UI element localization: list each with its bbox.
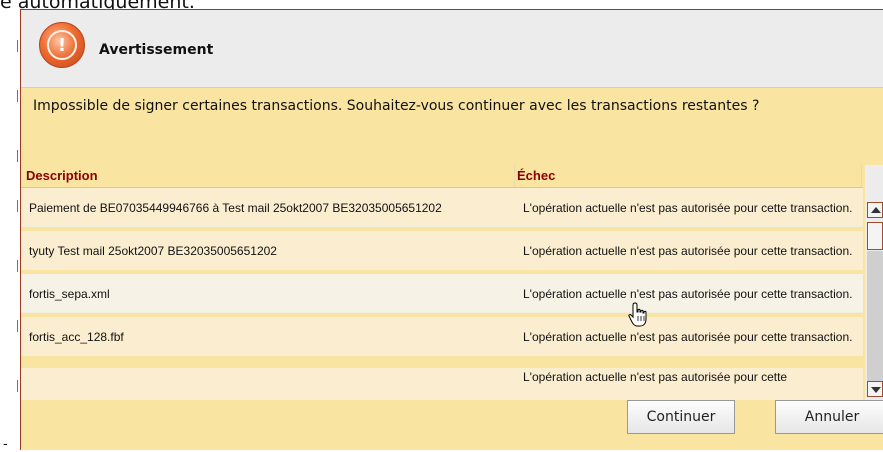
table-row[interactable]: Paiement de BE07035449946766 à Test mail…	[21, 188, 863, 227]
scrollbar-track[interactable]	[867, 251, 883, 381]
scroll-down-button[interactable]	[867, 381, 883, 397]
cell-error: L'opération actuelle n'est pas autorisée…	[523, 286, 853, 301]
table-header: Description Échec	[21, 165, 863, 188]
table-row[interactable]: fortis_acc_128.fbf L'opération actuelle …	[21, 317, 863, 356]
column-divider[interactable]	[514, 165, 515, 187]
table-row[interactable]: fortis_sepa.xml L'opération actuelle n'e…	[21, 274, 863, 313]
column-header-description[interactable]: Description	[26, 168, 98, 183]
table-scrollbar[interactable]	[865, 165, 883, 400]
table-row[interactable]: tyuty Test mail 25okt2007 BE320350056512…	[21, 231, 863, 270]
column-divider[interactable]	[861, 165, 862, 187]
cell-error: L'opération actuelle n'est pas autorisée…	[523, 200, 853, 215]
column-header-error[interactable]: Échec	[517, 168, 555, 183]
cancel-button[interactable]: Annuler	[775, 400, 883, 434]
cell-error: L'opération actuelle n'est pas autorisée…	[523, 370, 788, 384]
cell-description: fortis_acc_128.fbf	[29, 329, 124, 344]
scroll-up-button[interactable]	[867, 202, 883, 218]
arrow-up-icon	[871, 207, 881, 213]
transactions-table: Description Échec Paiement de BE07035449…	[21, 165, 883, 400]
background-window-edge	[17, 0, 18, 450]
warning-dialog: ! Avertissement Impossible de signer cer…	[20, 9, 883, 450]
table-row[interactable]: L'opération actuelle n'est pas autorisée…	[21, 368, 863, 400]
background-dash: -	[3, 437, 8, 452]
dialog-title: Avertissement	[99, 42, 214, 58]
hand-pointer-icon	[628, 302, 647, 327]
scrollbar-thumb[interactable]	[867, 222, 883, 250]
arrow-down-icon	[871, 387, 881, 393]
cell-description: tyuty Test mail 25okt2007 BE320350056512…	[29, 243, 277, 258]
cell-description: Paiement de BE07035449946766 à Test mail…	[29, 200, 442, 215]
warning-icon: !	[39, 22, 85, 68]
cell-description: fortis_sepa.xml	[29, 286, 110, 301]
continue-button[interactable]: Continuer	[627, 400, 735, 434]
cell-description	[29, 368, 509, 400]
cell-error: L'opération actuelle n'est pas autorisée…	[523, 329, 853, 344]
dialog-titlebar[interactable]: ! Avertissement	[21, 10, 883, 88]
cell-error: L'opération actuelle n'est pas autorisée…	[523, 243, 853, 258]
dialog-message: Impossible de signer certaines transacti…	[33, 98, 760, 114]
table-body[interactable]: Paiement de BE07035449946766 à Test mail…	[21, 188, 863, 400]
